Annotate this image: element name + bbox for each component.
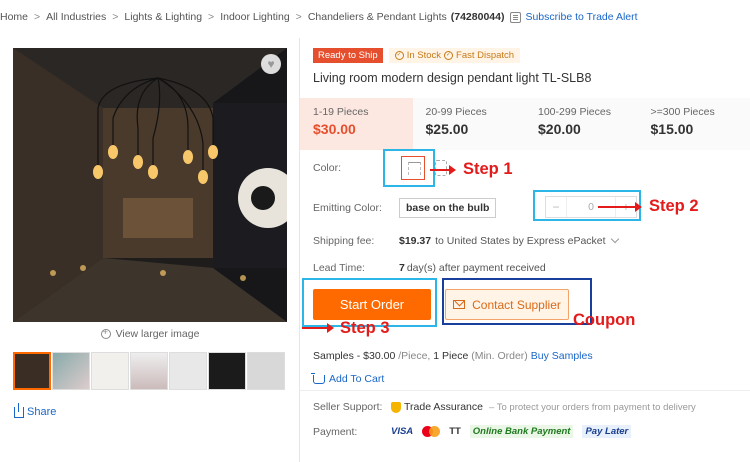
breadcrumb-item-lights[interactable]: Lights & Lighting xyxy=(124,11,202,23)
mastercard-icon xyxy=(422,426,441,437)
fast-dispatch-label: Fast Dispatch xyxy=(456,50,515,61)
lead-time-detail: day(s) after payment received xyxy=(406,262,546,274)
view-larger-image[interactable]: View larger image xyxy=(0,327,300,340)
tier-quantity: 20-99 Pieces xyxy=(425,106,487,118)
share-label: Share xyxy=(27,406,57,418)
visa-icon: VISA xyxy=(391,426,414,437)
tier-price: $15.00 xyxy=(650,121,694,137)
product-gallery: ♥ View larger image Share xyxy=(0,38,300,462)
samples-price: Samples - $30.00 xyxy=(313,350,396,362)
shield-icon xyxy=(391,401,401,413)
status-badges: Ready to Ship ✓ In Stock ✓ Fast Dispatch xyxy=(313,48,521,63)
chevron-down-icon[interactable] xyxy=(610,234,619,244)
check-circle-icon: ✓ xyxy=(394,51,404,60)
tier-quantity: 1-19 Pieces xyxy=(313,106,369,118)
step1-highlight-box xyxy=(383,149,435,187)
price-tier[interactable]: 1-19 Pieces $30.00 xyxy=(300,98,413,150)
payment-row: Payment: VISA TT Online Bank Payment Pay… xyxy=(313,425,640,438)
heart-icon[interactable]: ♥ xyxy=(261,54,281,74)
price-tier[interactable]: 20-99 Pieces $25.00 xyxy=(413,98,526,150)
tier-quantity: >=300 Pieces xyxy=(650,106,715,118)
add-to-cart-link[interactable]: Add To Cart xyxy=(311,372,385,385)
thumbnail[interactable] xyxy=(91,352,129,390)
breadcrumb-item-home[interactable]: Home xyxy=(0,11,28,23)
price-tier[interactable]: 100-299 Pieces $20.00 xyxy=(525,98,638,150)
step1-label: Step 1 xyxy=(463,160,513,178)
samples-line: Samples - $30.00 /Piece, 1 Piece (Min. O… xyxy=(313,350,593,362)
emitting-color-option[interactable]: base on the bulb xyxy=(399,198,497,218)
emitting-color-row: Emitting Color: base on the bulb xyxy=(313,198,497,218)
pendant-light-room-photo xyxy=(13,48,287,322)
breadcrumb-separator: > xyxy=(34,11,41,23)
samples-qty: 1 Piece xyxy=(433,350,469,362)
payment-label: Payment: xyxy=(313,425,358,438)
tt-icon: TT xyxy=(449,426,461,437)
step2-label: Step 2 xyxy=(649,197,699,215)
tier-price: $30.00 xyxy=(313,121,356,137)
thumbnail[interactable] xyxy=(247,352,285,390)
breadcrumb: Home > All Industries > Lights & Lightin… xyxy=(0,0,750,34)
breadcrumb-separator: > xyxy=(112,11,119,23)
product-title: Living room modern design pendant light … xyxy=(313,71,592,85)
step2-arrow xyxy=(598,202,642,212)
shipping-label: Shipping fee: xyxy=(313,235,375,247)
subscribe-trade-alert-label: Subscribe to Trade Alert xyxy=(525,11,638,23)
thumbnail[interactable] xyxy=(169,352,207,390)
step3-arrow xyxy=(302,323,334,333)
lead-time-row: Lead Time: 7 day(s) after payment receiv… xyxy=(313,262,546,274)
buy-samples-link[interactable]: Buy Samples xyxy=(531,350,593,362)
shipping-detail: to United States by Express ePacket xyxy=(435,235,606,247)
step1-arrow xyxy=(430,165,456,175)
thumbnail[interactable] xyxy=(130,352,168,390)
subscribe-trade-alert-link[interactable]: Subscribe to Trade Alert xyxy=(510,11,638,23)
emitting-color-label: Emitting Color: xyxy=(313,202,382,214)
seller-support-row: Seller Support: Trade Assurance – To pro… xyxy=(313,401,696,413)
price-tier[interactable]: >=300 Pieces $15.00 xyxy=(638,98,750,150)
coupon-highlight-box xyxy=(442,278,592,325)
seller-support-label: Seller Support: xyxy=(313,401,383,413)
online-bank-payment-icon: Online Bank Payment xyxy=(469,425,574,438)
divider xyxy=(300,390,750,391)
thumbnail-strip xyxy=(13,352,285,390)
add-to-cart-label: Add To Cart xyxy=(329,373,385,385)
trade-assurance-note: – To protect your orders from payment to… xyxy=(489,401,696,413)
trade-assurance-label: Trade Assurance xyxy=(404,401,483,413)
share-icon xyxy=(14,402,24,418)
breadcrumb-item-indoor-lighting[interactable]: Indoor Lighting xyxy=(220,11,289,23)
breadcrumb-item-chandeliers[interactable]: Chandeliers & Pendant Lights xyxy=(308,11,447,23)
lead-time-days: 7 xyxy=(399,262,405,274)
tier-price: $20.00 xyxy=(538,121,581,137)
samples-min-order: (Min. Order) xyxy=(471,350,528,362)
stock-badge: ✓ In Stock ✓ Fast Dispatch xyxy=(388,48,521,63)
lead-time-label: Lead Time: xyxy=(313,262,365,274)
tier-quantity: 100-299 Pieces xyxy=(538,106,611,118)
thumbnail[interactable] xyxy=(52,352,90,390)
alert-icon xyxy=(510,11,522,23)
thumbnail[interactable] xyxy=(208,352,246,390)
breadcrumb-separator: > xyxy=(208,11,215,23)
shipping-row: Shipping fee: $19.37 to United States by… xyxy=(313,234,619,247)
cart-icon xyxy=(311,372,325,384)
coupon-label: Coupon xyxy=(573,311,636,329)
main-product-photo[interactable]: ♥ xyxy=(13,48,287,322)
product-details: Ready to Ship ✓ In Stock ✓ Fast Dispatch… xyxy=(300,38,750,462)
breadcrumb-separator: > xyxy=(295,11,302,23)
pay-later-icon: Pay Later xyxy=(582,425,632,438)
tier-price: $25.00 xyxy=(425,121,469,137)
trade-assurance[interactable]: Trade Assurance xyxy=(391,401,483,413)
samples-unit: /Piece, xyxy=(398,350,431,362)
view-larger-label: View larger image xyxy=(115,328,200,340)
zoom-icon xyxy=(100,327,111,339)
share-link[interactable]: Share xyxy=(14,402,57,418)
step3-label: Step 3 xyxy=(340,319,390,337)
category-count: (74280044) xyxy=(450,11,505,23)
in-stock-label: In Stock xyxy=(406,50,442,61)
thumbnail[interactable] xyxy=(13,352,51,390)
ready-to-ship-badge: Ready to Ship xyxy=(313,48,383,63)
check-circle-icon: ✓ xyxy=(444,51,454,60)
shipping-amount: $19.37 xyxy=(399,235,432,247)
breadcrumb-item-all-industries[interactable]: All Industries xyxy=(46,11,106,23)
price-tiers: 1-19 Pieces $30.00 20-99 Pieces $25.00 1… xyxy=(300,98,750,150)
